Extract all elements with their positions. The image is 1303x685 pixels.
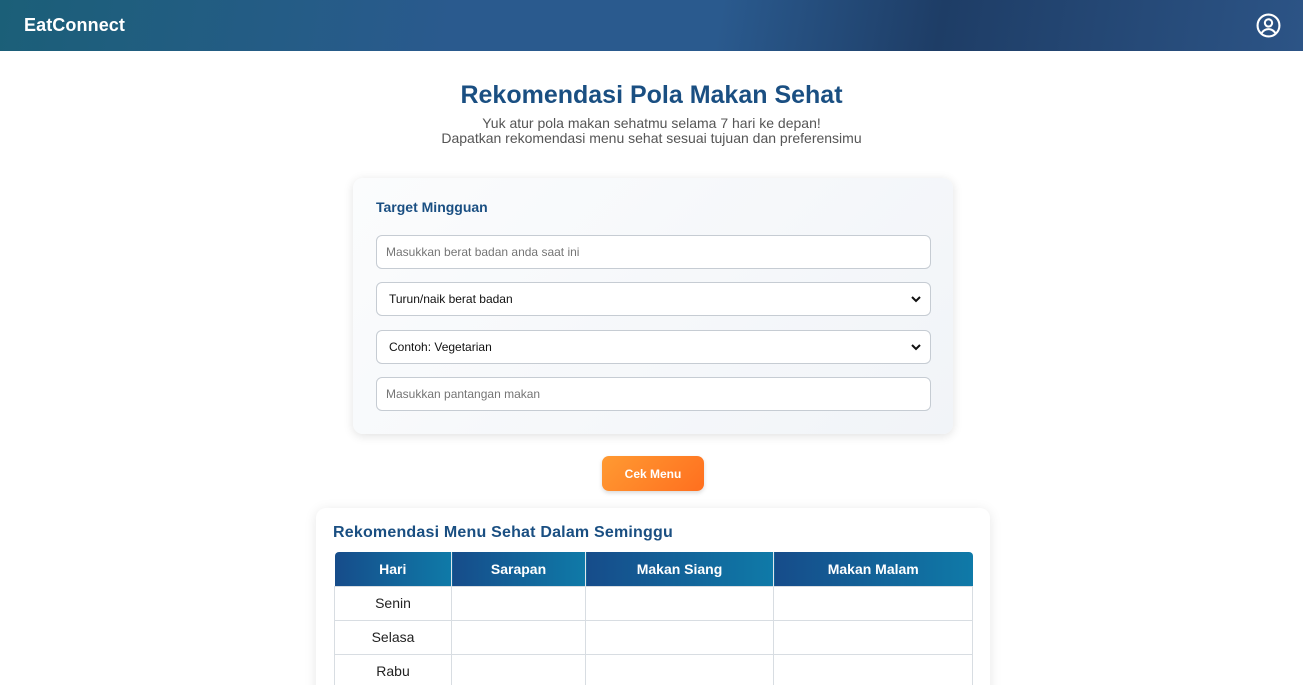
weight-input-placeholder: Masukkan berat badan anda saat ini <box>386 245 580 259</box>
result-title: Rekomendasi Menu Sehat Dalam Seminggu <box>333 524 673 541</box>
goal-select[interactable]: Turun/naik berat badan <box>376 282 931 316</box>
diet-preference-select[interactable]: Contoh: Vegetarian <box>376 330 931 364</box>
card-title: Target Mingguan <box>376 199 488 215</box>
page-subtitle-line2: Dapatkan rekomendasi menu sehat sesuai t… <box>441 130 862 146</box>
diet-select-value: Contoh: Vegetarian <box>389 340 492 354</box>
column-header-day: Hari <box>334 552 452 586</box>
brand-logo[interactable]: EatConnect <box>24 15 125 36</box>
page-subtitle-line1: Yuk atur pola makan sehatmu selama 7 har… <box>482 115 821 131</box>
weekly-target-card: Target Mingguan Masukkan berat badan and… <box>353 178 953 434</box>
column-header-breakfast: Sarapan <box>451 552 586 586</box>
food-restriction-input[interactable]: Masukkan pantangan makan <box>376 377 931 411</box>
day-cell: Rabu <box>334 653 452 685</box>
dinner-cell <box>773 585 973 621</box>
hero-section: Rekomendasi Pola Makan Sehat Yuk atur po… <box>0 81 1303 146</box>
chevron-down-icon <box>910 293 922 305</box>
weekly-menu-section: Rekomendasi Menu Sehat Dalam Seminggu Ha… <box>316 508 990 685</box>
lunch-cell <box>585 653 774 685</box>
restriction-input-placeholder: Masukkan pantangan makan <box>386 387 541 401</box>
weekly-menu-table: Hari Sarapan Makan Siang Makan Malam Sen… <box>334 552 973 685</box>
lunch-cell <box>585 619 774 655</box>
goal-select-value: Turun/naik berat badan <box>389 292 513 306</box>
top-navbar: EatConnect <box>0 0 1303 51</box>
dinner-cell <box>773 653 973 685</box>
table-row: Selasa <box>334 619 973 655</box>
column-header-lunch: Makan Siang <box>585 552 774 586</box>
table-row: Senin <box>334 585 973 621</box>
breakfast-cell <box>451 585 586 621</box>
table-header-row: Hari Sarapan Makan Siang Makan Malam <box>334 552 973 586</box>
user-circle-icon <box>1256 13 1280 38</box>
profile-button[interactable] <box>1255 13 1281 39</box>
breakfast-cell <box>451 653 586 685</box>
day-cell: Senin <box>334 585 452 621</box>
chevron-down-icon <box>910 341 922 353</box>
cek-menu-button[interactable]: Cek Menu <box>602 456 704 491</box>
dinner-cell <box>773 619 973 655</box>
lunch-cell <box>585 585 774 621</box>
table-row: Rabu <box>334 653 973 685</box>
day-cell: Selasa <box>334 619 452 655</box>
breakfast-cell <box>451 619 586 655</box>
page-title: Rekomendasi Pola Makan Sehat <box>460 81 843 109</box>
column-header-dinner: Makan Malam <box>773 552 973 586</box>
weight-input[interactable]: Masukkan berat badan anda saat ini <box>376 235 931 269</box>
